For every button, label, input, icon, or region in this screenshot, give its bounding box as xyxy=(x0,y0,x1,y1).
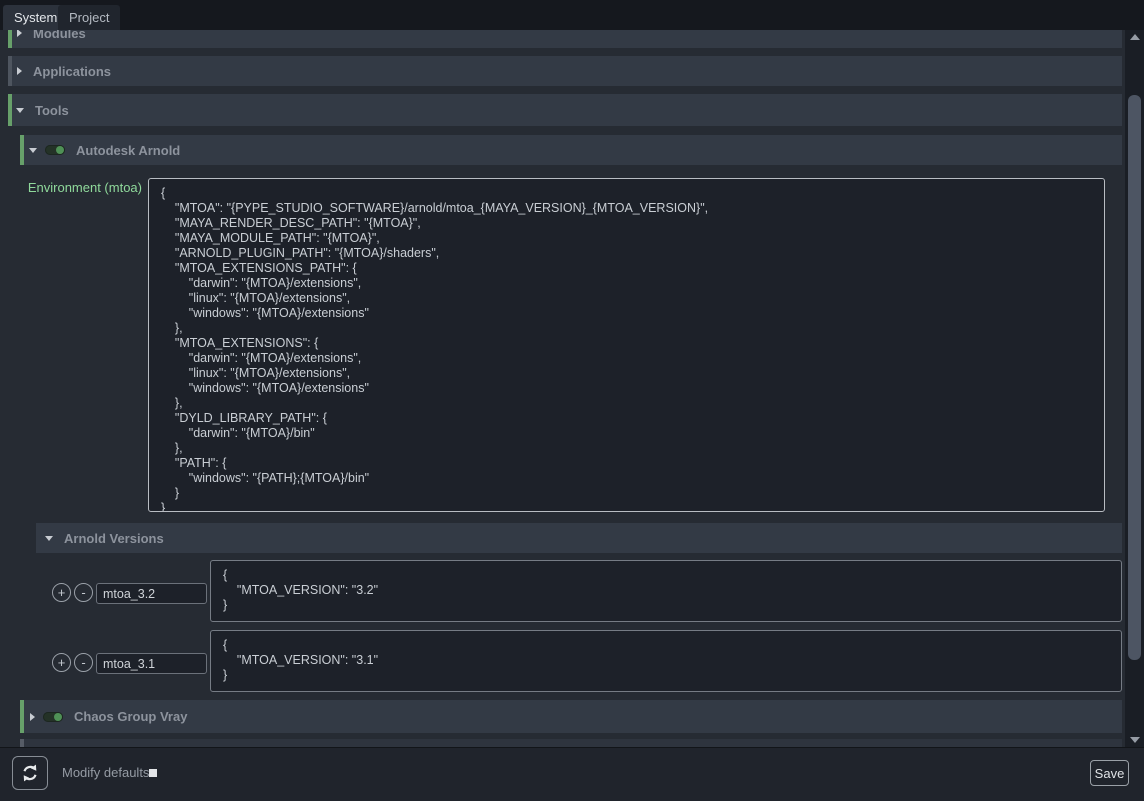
chevron-down-icon xyxy=(16,108,24,113)
version-key-input[interactable] xyxy=(96,653,207,674)
modify-defaults-label: Modify defaults xyxy=(62,765,149,780)
remove-version-button[interactable]: - xyxy=(74,653,93,672)
chevron-down-icon xyxy=(45,536,53,541)
modify-defaults-checkbox[interactable] xyxy=(149,769,157,777)
add-version-button[interactable]: + xyxy=(52,653,71,672)
scrollbar-track[interactable] xyxy=(1125,30,1144,747)
scrollbar-thumb[interactable] xyxy=(1128,95,1141,660)
section-label: Applications xyxy=(33,64,111,79)
chevron-right-icon xyxy=(17,67,22,75)
section-header-autodesk-arnold[interactable]: Autodesk Arnold xyxy=(20,135,1122,165)
section-label: Arnold Versions xyxy=(64,531,164,546)
refresh-icon xyxy=(20,763,40,783)
section-header-applications[interactable]: Applications xyxy=(8,56,1122,86)
scroll-up-button[interactable] xyxy=(1125,30,1144,44)
arnold-enabled-toggle[interactable] xyxy=(45,145,65,155)
chevron-right-icon xyxy=(17,29,22,37)
add-version-button[interactable]: + xyxy=(52,583,71,602)
chevron-right-icon xyxy=(30,713,35,721)
version-json-editor[interactable]: { "MTOA_VERSION": "3.1" } xyxy=(210,630,1122,692)
footer-bar: Modify defaults Save xyxy=(0,747,1144,801)
section-label: Tools xyxy=(35,103,69,118)
scroll-down-button[interactable] xyxy=(1125,733,1144,747)
tab-bar: System Project xyxy=(0,0,1144,30)
refresh-button[interactable] xyxy=(12,756,48,790)
environment-json-editor[interactable]: { "MTOA": "{PYPE_STUDIO_SOFTWARE}/arnold… xyxy=(148,178,1105,512)
vray-enabled-toggle[interactable] xyxy=(43,712,63,722)
remove-version-button[interactable]: - xyxy=(74,583,93,602)
toggle-knob-icon xyxy=(56,146,64,154)
triangle-up-icon xyxy=(1130,34,1140,40)
settings-window: Modules Applications Tools Autodesk Arno… xyxy=(0,0,1144,801)
section-header-tools[interactable]: Tools xyxy=(8,94,1122,126)
section-label: Autodesk Arnold xyxy=(76,143,180,158)
toggle-knob-icon xyxy=(54,713,62,721)
section-header-arnold-versions[interactable]: Arnold Versions xyxy=(36,523,1122,553)
chevron-down-icon xyxy=(29,148,37,153)
version-key-input[interactable] xyxy=(96,583,207,604)
save-button[interactable]: Save xyxy=(1090,760,1129,786)
version-json-editor[interactable]: { "MTOA_VERSION": "3.2" } xyxy=(210,560,1122,622)
section-label: Chaos Group Vray xyxy=(74,709,187,724)
tab-project[interactable]: Project xyxy=(58,5,120,30)
triangle-down-icon xyxy=(1130,737,1140,743)
environment-mtoa-label: Environment (mtoa) xyxy=(10,180,142,195)
section-header-chaos-group-vray[interactable]: Chaos Group Vray xyxy=(20,700,1122,733)
